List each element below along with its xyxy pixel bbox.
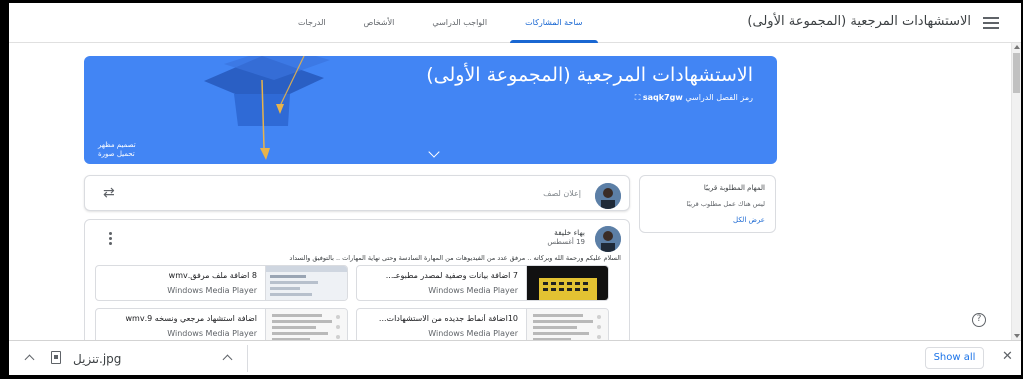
attachment-card[interactable]: 10اضافة أنماط جديده من الاستشهادات... Wi… [356,308,609,344]
help-icon[interactable]: ? [972,313,986,327]
tab-people[interactable]: الأشخاص [345,3,414,43]
video-thumbnail [265,309,347,343]
announce-placeholder[interactable]: إعلان لصف [543,189,581,198]
class-banner: الاستشهادات المرجعية (المجموعة الأولى) ر… [84,56,777,164]
attachment-title: 7 اضافة بيانات وصفية لمصدر مطبوعـ... [385,271,518,280]
download-file-name[interactable]: تنزيل.jpg [73,352,121,366]
post-body: السلام عليكم ورحمة الله وبركاته .. مرفق … [289,254,621,262]
more-options-icon[interactable] [109,232,112,245]
post-author: بهاء خليفة [554,228,585,237]
attachment-title: 8 اضافة ملف مرفق.wmv [168,271,257,280]
class-code-value: saqk7gw [642,93,683,102]
download-bar: تنزيل.jpg Show all ✕ [9,340,1021,375]
banner-title: الاستشهادات المرجعية (المجموعة الأولى) [426,64,753,86]
avatar [595,226,621,252]
video-thumbnail [526,309,608,343]
attachment-card[interactable]: اضافة استشهاد مرجعي ونسخه 9.wmv Windows … [95,308,348,344]
avatar [595,183,621,209]
view-all-link[interactable]: عرض الكل [650,216,765,224]
attachment-subtitle: Windows Media Player [428,329,518,338]
chevron-up-icon[interactable] [24,354,35,365]
video-thumbnail [265,266,347,300]
tab-grades[interactable]: الدرجات [279,3,345,43]
scroll-down-icon[interactable] [1014,334,1020,338]
tab-stream[interactable]: ساحة المشاركات [506,3,601,43]
class-code[interactable]: رمز الفصل الدراسي saqk7gw ⛶ [635,93,753,103]
page-scrollbar[interactable] [1011,43,1021,340]
fullscreen-icon[interactable]: ⛶ [635,93,641,102]
hamburger-menu-icon[interactable] [983,17,999,29]
video-thumbnail [526,266,608,300]
announce-box[interactable]: إعلان لصف ⇄ [84,175,630,211]
post-date: 19 أغسطس [547,238,585,246]
app-bar: ساحة المشاركات الواجب الدراسي الأشخاص ال… [9,3,1021,43]
upcoming-heading: المهام المطلوبة قريبًا [703,184,765,192]
scrollbar-thumb[interactable] [1013,53,1020,93]
attachment-subtitle: Windows Media Player [167,329,257,338]
attachment-title: اضافة استشهاد مرجعي ونسخه 9.wmv [125,314,257,323]
class-tabs: ساحة المشاركات الواجب الدراسي الأشخاص ال… [279,3,602,43]
upcoming-empty-text: ليس هناك عمل مطلوب قريبًا [686,200,765,208]
attachment-subtitle: Windows Media Player [428,286,518,295]
customize-banner[interactable]: تصميم مظهر تحميل صورة [98,141,136,159]
class-code-label: رمز الفصل الدراسي [685,93,753,102]
attachment-card[interactable]: 7 اضافة بيانات وصفية لمصدر مطبوعـ... Win… [356,265,609,301]
file-icon [51,351,61,364]
browser-frame: ساحة المشاركات الواجب الدراسي الأشخاص ال… [9,3,1021,375]
customize-label[interactable]: تصميم مظهر [98,141,136,150]
repost-icon[interactable]: ⇄ [103,186,115,200]
upload-photo-label[interactable]: تحميل صورة [98,150,136,159]
download-options-chevron-icon[interactable] [222,354,233,365]
tab-classwork[interactable]: الواجب الدراسي [413,3,506,43]
attachment-card[interactable]: 8 اضافة ملف مرفق.wmv Windows Media Playe… [95,265,348,301]
class-title[interactable]: الاستشهادات المرجعية (المجموعة الأولى) [747,14,971,29]
upcoming-card: المهام المطلوبة قريبًا ليس هناك عمل مطلو… [639,175,776,233]
scroll-up-icon[interactable] [1014,45,1020,49]
divider [247,345,248,372]
attachment-title: 10اضافة أنماط جديده من الاستشهادات... [378,314,518,323]
show-all-button[interactable]: Show all [925,347,984,369]
attachment-subtitle: Windows Media Player [167,286,257,295]
close-icon[interactable]: ✕ [1002,350,1013,364]
